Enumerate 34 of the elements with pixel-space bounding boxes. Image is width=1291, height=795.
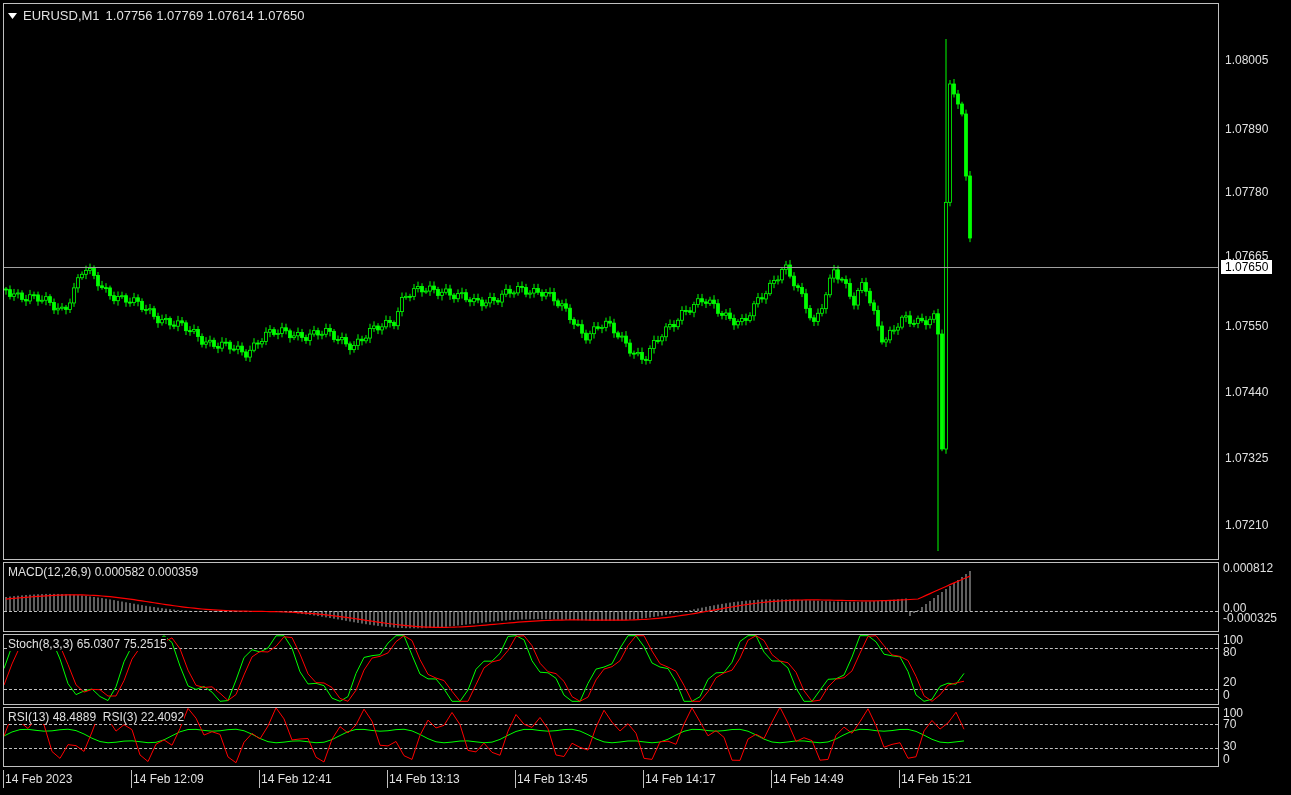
current-price-label: 1.07650 bbox=[1221, 260, 1273, 274]
price-tick-label: 1.07440 bbox=[1225, 385, 1269, 399]
price-tick-label: 1.07325 bbox=[1225, 451, 1269, 465]
axis-tick-label: 20 bbox=[1223, 676, 1237, 688]
axis-tick-label: 70 bbox=[1223, 718, 1237, 730]
axis-tick-label: 0 bbox=[1223, 689, 1230, 701]
indicator-label: Stoch(8,3,3) 65.0307 75.2515 bbox=[8, 637, 167, 651]
time-axis-label: 14 Feb 2023 bbox=[3, 770, 131, 788]
time-axis-label: 14 Feb 13:45 bbox=[515, 770, 643, 788]
time-axis-label: 14 Feb 12:09 bbox=[131, 770, 259, 788]
ohlc-values: 1.07756 1.07769 1.07614 1.07650 bbox=[105, 7, 305, 25]
time-axis-label: 14 Feb 12:41 bbox=[259, 770, 387, 788]
axis-tick-label: 30 bbox=[1223, 740, 1237, 752]
axis-tick-label: 80 bbox=[1223, 646, 1237, 658]
indicator-label: MACD(12,26,9) 0.000582 0.000359 bbox=[8, 565, 199, 579]
axis-tick-label: 100 bbox=[1223, 707, 1244, 719]
axis-tick-label: -0.000325 bbox=[1223, 612, 1278, 624]
chart-symbol: EURUSD,M1 bbox=[23, 7, 100, 25]
axis-tick-label: 100 bbox=[1223, 634, 1244, 646]
axis-tick-label: 0.000812 bbox=[1223, 562, 1274, 574]
indicator-label: RSI(13) 48.4889 RSI(3) 22.4092 bbox=[8, 710, 185, 724]
dropdown-triangle-icon[interactable] bbox=[8, 12, 17, 19]
time-axis-label: 14 Feb 14:49 bbox=[771, 770, 899, 788]
price-tick-label: 1.07780 bbox=[1225, 185, 1269, 199]
price-tick-label: 1.07890 bbox=[1225, 122, 1269, 136]
time-axis-label: 14 Feb 15:21 bbox=[899, 770, 1027, 788]
price-tick-label: 1.07210 bbox=[1225, 518, 1269, 532]
axis-tick-label: 0 bbox=[1223, 753, 1230, 765]
time-axis-label: 14 Feb 13:13 bbox=[387, 770, 515, 788]
price-tick-label: 1.07665 bbox=[1225, 249, 1269, 263]
time-axis-label: 14 Feb 14:17 bbox=[643, 770, 771, 788]
axis-tick-label: 0.00 bbox=[1223, 602, 1247, 614]
price-tick-label: 1.07550 bbox=[1225, 319, 1269, 333]
price-tick-label: 1.08005 bbox=[1225, 53, 1269, 67]
